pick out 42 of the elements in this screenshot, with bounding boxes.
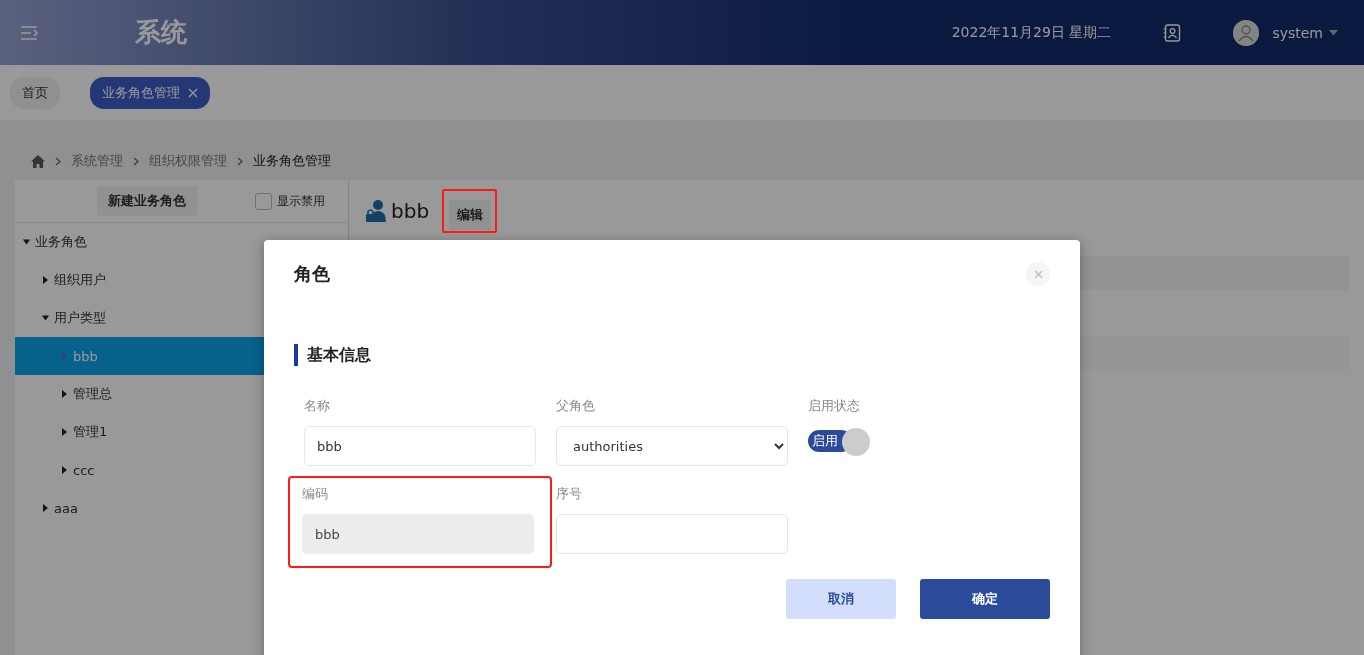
breadcrumb-link[interactable]: 业务角色管理 <box>253 152 331 170</box>
breadcrumb-link[interactable]: 组织权限管理 <box>149 152 227 170</box>
breadcrumb-link[interactable]: 系统管理 <box>71 152 123 170</box>
section-title: 基本信息 <box>294 344 1050 366</box>
caret-icon[interactable] <box>61 466 68 474</box>
user-lock-icon <box>365 199 387 223</box>
text-field[interactable] <box>556 514 788 554</box>
field-label: 启用状态 <box>808 398 861 414</box>
caret-icon[interactable] <box>42 276 49 284</box>
confirm-button[interactable]: 确定 <box>920 579 1050 619</box>
select-field[interactable]: authorities <box>556 426 788 466</box>
caret-icon[interactable] <box>61 390 68 398</box>
page-tab[interactable]: 业务角色管理 <box>90 76 210 109</box>
tree-item[interactable]: 用户类型 <box>15 299 348 337</box>
tree-item[interactable]: 业务角色 <box>15 223 348 261</box>
caret-icon[interactable] <box>42 314 49 322</box>
dialog-title: 角色 <box>294 262 330 286</box>
home-icon[interactable] <box>31 154 45 168</box>
text-field[interactable]: bbb <box>304 426 536 466</box>
field-label: 序号 <box>556 486 583 502</box>
new-role-button[interactable]: 新建业务角色 <box>97 186 197 216</box>
caret-icon[interactable] <box>23 238 30 246</box>
contact-card-icon[interactable] <box>1163 23 1182 42</box>
cancel-button[interactable]: 取消 <box>786 579 896 619</box>
caret-icon[interactable] <box>1329 29 1338 36</box>
field-label: 父角色 <box>556 398 596 414</box>
chevron-icon <box>237 156 243 166</box>
avatar-icon[interactable] <box>1233 19 1260 46</box>
app-title: 系统 <box>135 16 187 49</box>
checkbox[interactable] <box>255 192 272 210</box>
checkbox-label: 显示禁用 <box>277 192 325 210</box>
page-tab[interactable]: 首页 <box>10 76 60 109</box>
chevron-icon <box>133 156 139 166</box>
chevron-icon <box>55 156 61 166</box>
edit-button[interactable]: 编辑 <box>449 200 492 230</box>
caret-icon[interactable] <box>61 428 68 436</box>
field-label: 名称 <box>304 398 331 414</box>
role-name: bbb <box>391 199 430 223</box>
date-text: 2022年11月29日 星期二 <box>951 23 1112 42</box>
field-label: 编码 <box>302 486 329 502</box>
caret-icon[interactable] <box>42 504 49 512</box>
user-name[interactable]: system <box>1272 24 1323 41</box>
